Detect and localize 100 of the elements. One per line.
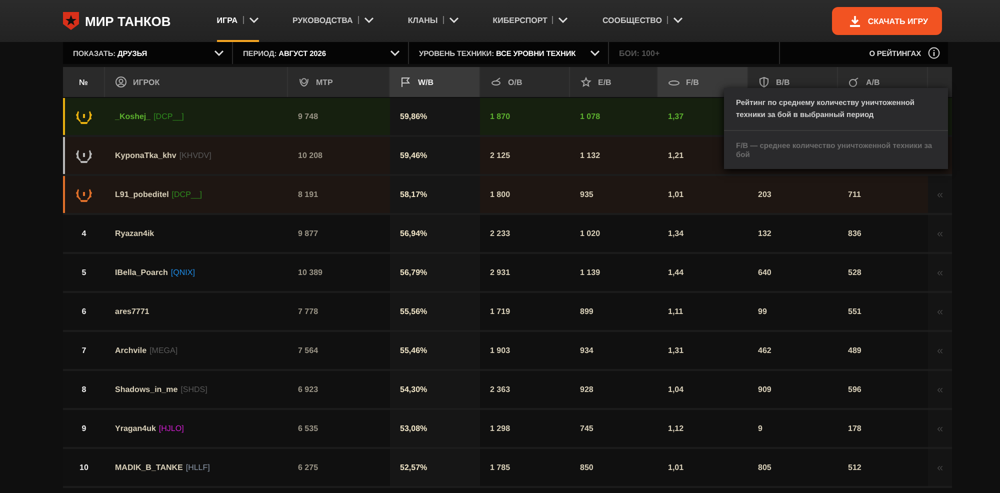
table-cell: 1 078 — [580, 112, 600, 121]
clan-tag[interactable]: [DCP__] — [154, 112, 184, 121]
table-cell: 528 — [848, 268, 862, 277]
place-number: 10 — [80, 463, 88, 472]
user-icon — [115, 76, 127, 88]
place-number: 9 — [82, 424, 86, 433]
table-cell: 10 389 — [298, 268, 322, 277]
column-header[interactable]: W/B — [390, 67, 480, 97]
column-header[interactable]: № — [63, 67, 105, 97]
column-header[interactable]: F/B — [658, 67, 748, 97]
nav-tab[interactable]: СООБЩЕСТВО — [602, 0, 683, 42]
table-cell: 6 923 — [298, 385, 318, 394]
table-cell: 7 778 — [298, 307, 318, 316]
player-name[interactable]: L91_pobeditel — [115, 190, 169, 199]
chevron-icon — [248, 17, 258, 23]
place-number: 6 — [82, 307, 86, 316]
download-icon — [850, 16, 860, 26]
chevron-icon — [590, 50, 600, 56]
clan-tag[interactable]: [DCP__] — [172, 190, 202, 199]
player-name[interactable]: Ryazan4ik — [115, 229, 154, 238]
nav-tab[interactable]: КИБЕРСПОРТ — [492, 0, 568, 42]
table-cell: 935 — [580, 190, 594, 199]
player-name[interactable]: Shadows_in_me — [115, 385, 178, 394]
table-cell: 711 — [848, 190, 861, 199]
table-cell: 7 564 — [298, 346, 318, 355]
clan-tag[interactable]: [HJLO] — [158, 424, 184, 433]
table-cell: 640 — [758, 268, 772, 277]
table-cell: 56,94% — [400, 229, 428, 238]
clan-tag[interactable]: [HLLF] — [186, 463, 210, 472]
table-cell: 1,01 — [668, 463, 684, 472]
table-cell: 54,30% — [400, 385, 428, 394]
table-cell: 6 275 — [298, 463, 318, 472]
table-cell: 55,56% — [400, 307, 428, 316]
laurel-medal-icon — [74, 108, 94, 124]
table-cell: 203 — [758, 190, 772, 199]
player-name[interactable]: IBella_Poarch — [115, 268, 168, 277]
table-cell: 512 — [848, 463, 862, 472]
player-name[interactable]: ares7771 — [115, 307, 150, 316]
table-cell: 850 — [580, 463, 594, 472]
player-name[interactable]: KyponaTka_khv — [115, 151, 176, 160]
laurel-medal-icon — [74, 186, 94, 202]
table-cell: 1,34 — [668, 229, 684, 238]
target-icon — [848, 76, 860, 88]
table-cell: 56,79% — [400, 268, 428, 277]
table-cell: 9 — [758, 424, 762, 433]
table-cell: 2 931 — [490, 268, 510, 277]
logo-text[interactable]: МИР ТАНКОВ — [85, 14, 171, 28]
table-cell: 10 208 — [298, 151, 322, 160]
column-header[interactable]: ИГРОК — [105, 67, 288, 97]
table-cell: 909 — [758, 385, 772, 394]
info-icon[interactable] — [928, 47, 940, 59]
table-cell: 8 191 — [298, 190, 318, 199]
table-cell: 1 020 — [580, 229, 600, 238]
table-cell: 1,31 — [668, 346, 684, 355]
player-name[interactable]: _Koshej_ — [115, 112, 151, 121]
table-cell: 1 298 — [490, 424, 510, 433]
table-cell: 1 903 — [490, 346, 510, 355]
chevron-icon — [558, 17, 568, 23]
table-cell: 2 125 — [490, 151, 510, 160]
clan-tag[interactable]: [QNIX] — [170, 268, 195, 277]
battles-field[interactable]: БОИ: 100+ — [609, 42, 779, 64]
table-cell: 1,12 — [668, 424, 684, 433]
place-number: 4 — [82, 229, 86, 238]
download-button[interactable]: СКАЧАТЬ ИГРУ — [832, 7, 942, 35]
shield-icon — [758, 76, 770, 88]
chevron-icon — [672, 17, 683, 23]
table-cell: 9 877 — [298, 229, 318, 238]
table-cell: 9 748 — [298, 112, 318, 121]
table-cell: 551 — [848, 307, 862, 316]
table-cell: 1 870 — [490, 112, 510, 121]
player-name[interactable]: Yragan4uk — [115, 424, 156, 433]
chevron-icon — [214, 50, 224, 56]
table-cell: 462 — [758, 346, 772, 355]
table-cell: 1,37 — [668, 112, 684, 121]
medal-icon — [298, 76, 310, 88]
table-cell: 596 — [848, 385, 862, 394]
star-icon — [580, 76, 592, 88]
table-cell: 6 535 — [298, 424, 318, 433]
table-cell: 928 — [580, 385, 594, 394]
table-cell: 1,44 — [668, 268, 684, 277]
column-header[interactable]: O/B — [480, 67, 570, 97]
place-number: 5 — [82, 268, 86, 277]
nav-tab[interactable]: РУКОВОДСТВА — [292, 0, 374, 42]
player-name[interactable]: MADIK_B_TANKE — [115, 463, 183, 472]
table-cell: 836 — [848, 229, 862, 238]
table-cell: 745 — [580, 424, 594, 433]
table-cell: 1,21 — [668, 151, 684, 160]
table-cell: 1,01 — [668, 190, 684, 199]
table-cell: 1 132 — [580, 151, 600, 160]
table-cell: 55,46% — [400, 346, 428, 355]
table-cell: 1 800 — [490, 190, 510, 199]
table-cell: 2 363 — [490, 385, 510, 394]
table-cell: 934 — [580, 346, 594, 355]
player-name[interactable]: Archvile — [115, 346, 147, 355]
table-cell: 53,08% — [400, 424, 428, 433]
nav-tab[interactable]: КЛАНЫ — [408, 0, 459, 42]
table-cell: 1 785 — [490, 463, 510, 472]
table-cell: 1,11 — [668, 307, 684, 316]
table-cell: 805 — [758, 463, 772, 472]
tank-icon — [490, 76, 502, 88]
